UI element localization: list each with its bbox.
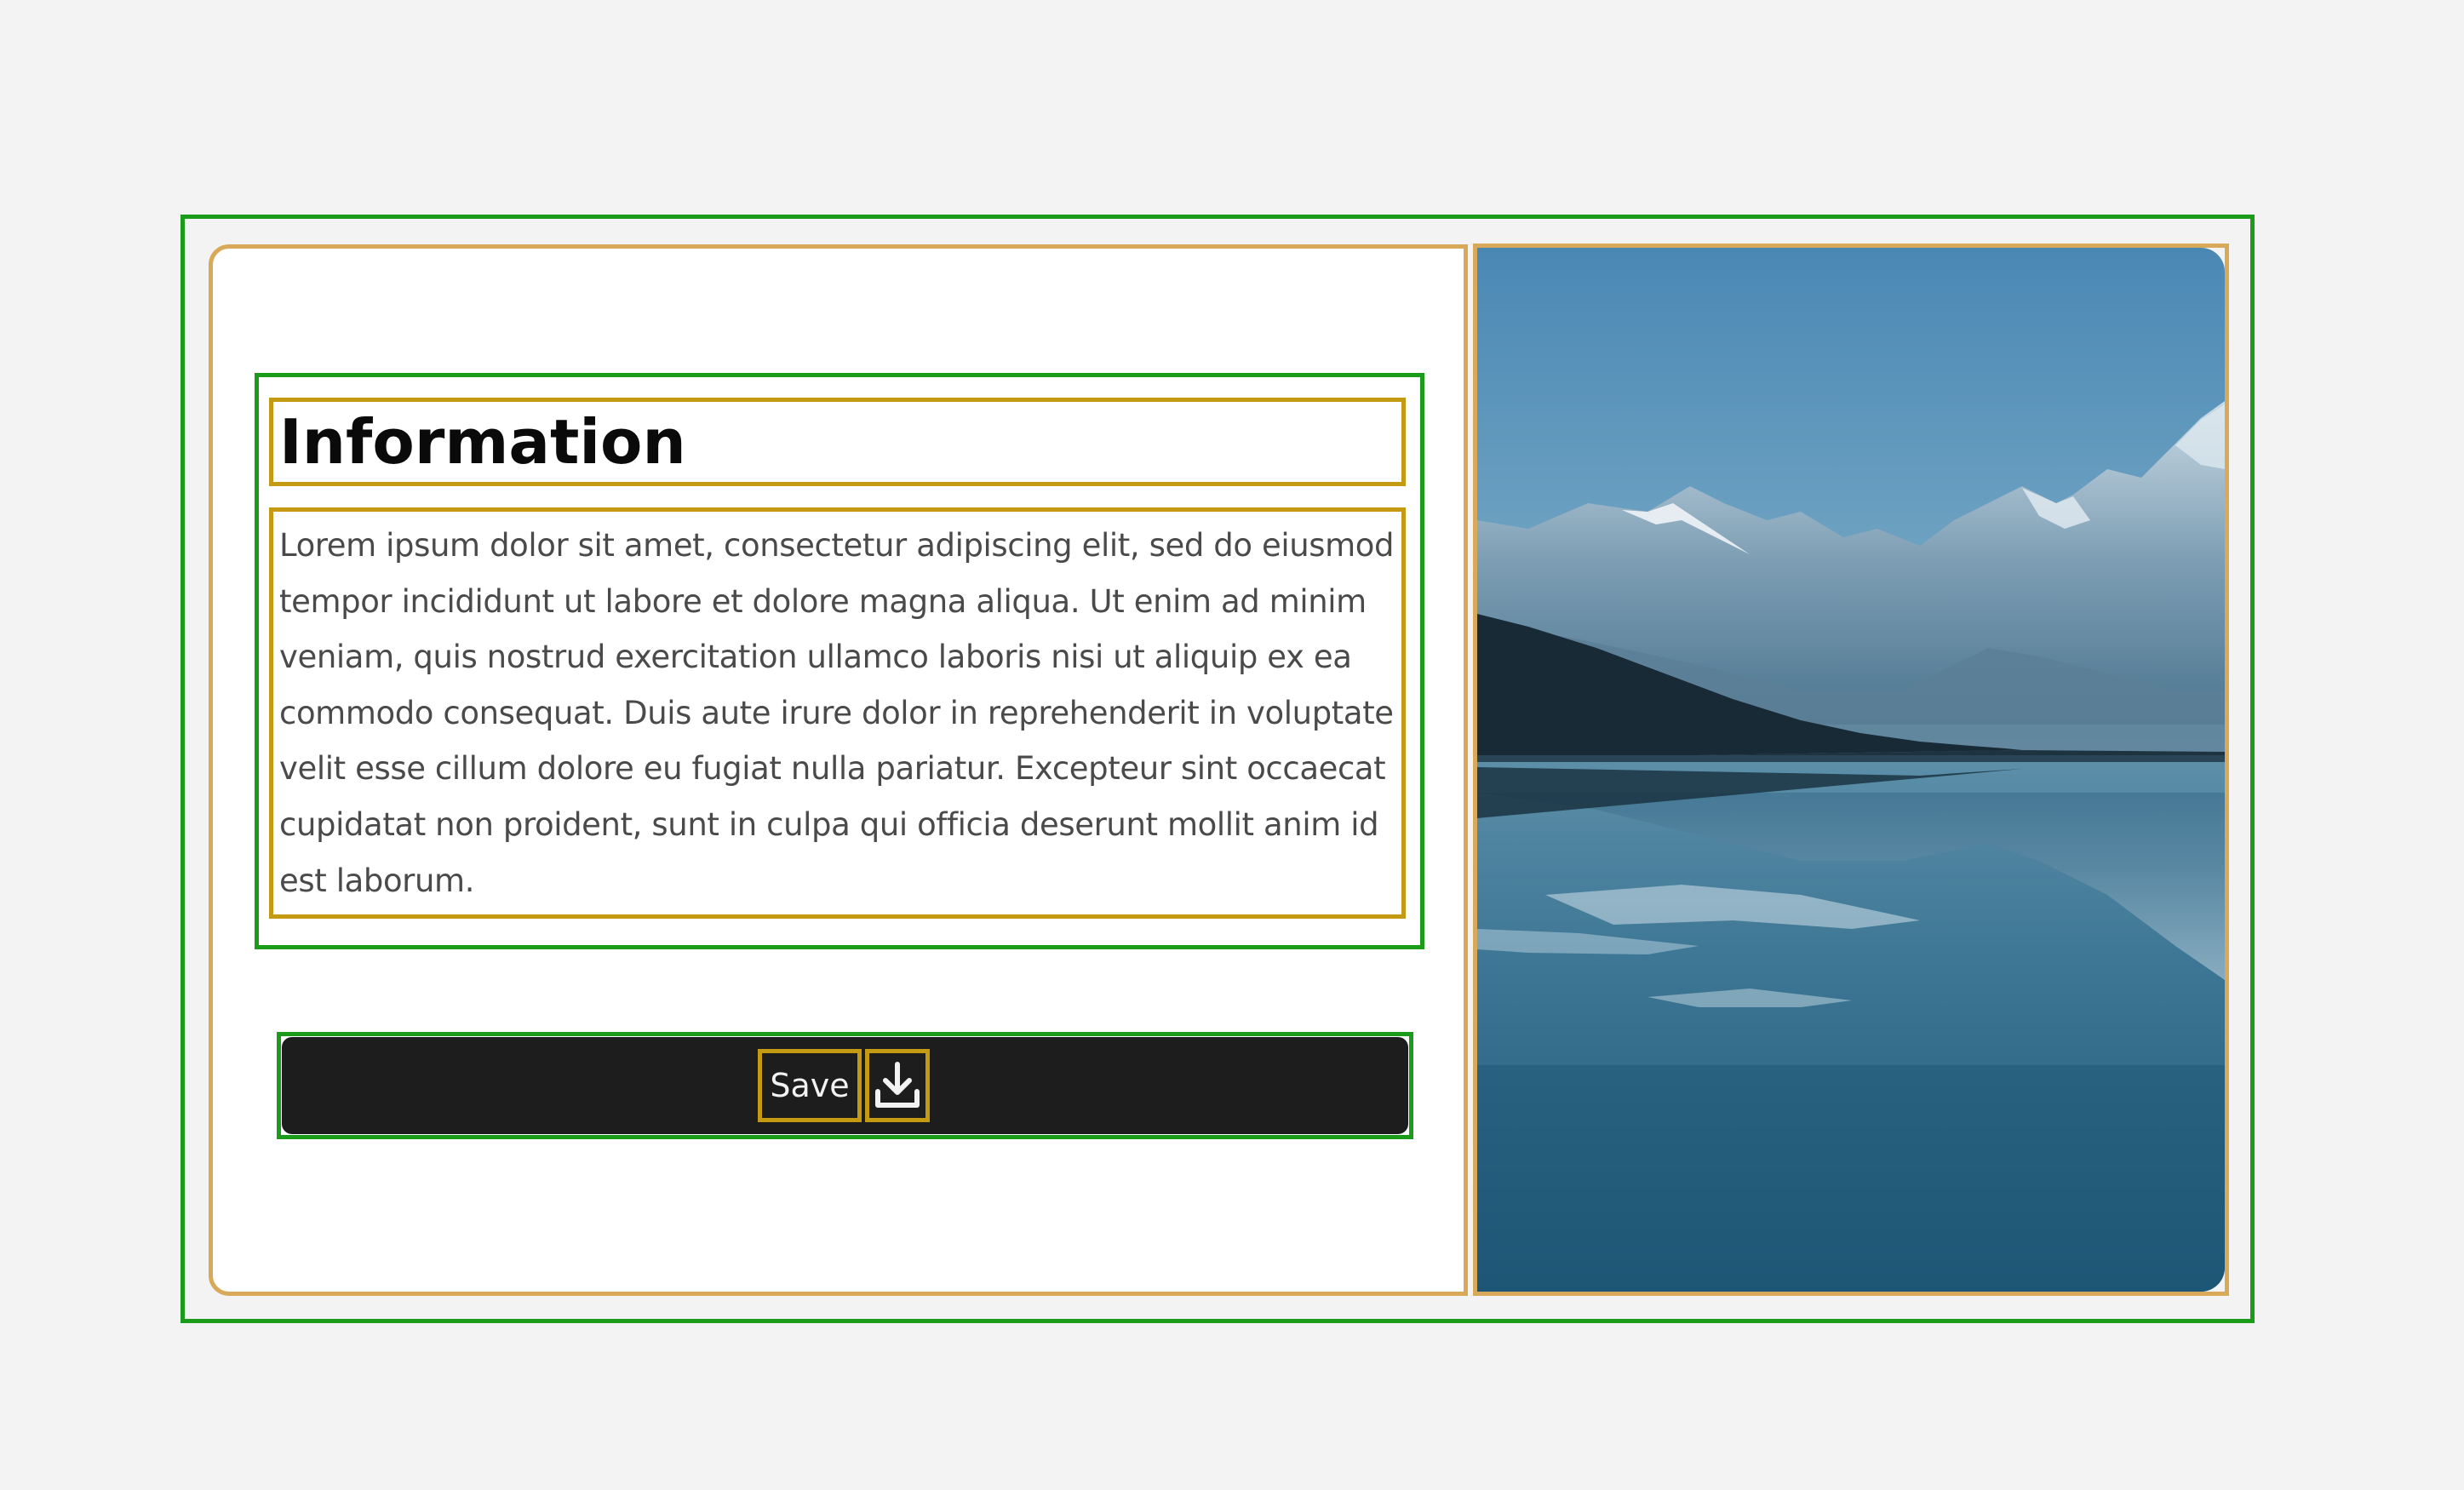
save-button-label[interactable]: Save: [758, 1049, 862, 1122]
download-icon-glyph: [875, 1062, 920, 1108]
mountain-lake-image: [1477, 248, 2225, 1292]
landscape-image: [1473, 244, 2229, 1296]
card-body-text: Lorem ipsum dolor sit amet, consectetur …: [279, 527, 1395, 899]
card-heading: Information: [279, 406, 686, 478]
download-icon[interactable]: [865, 1049, 930, 1122]
